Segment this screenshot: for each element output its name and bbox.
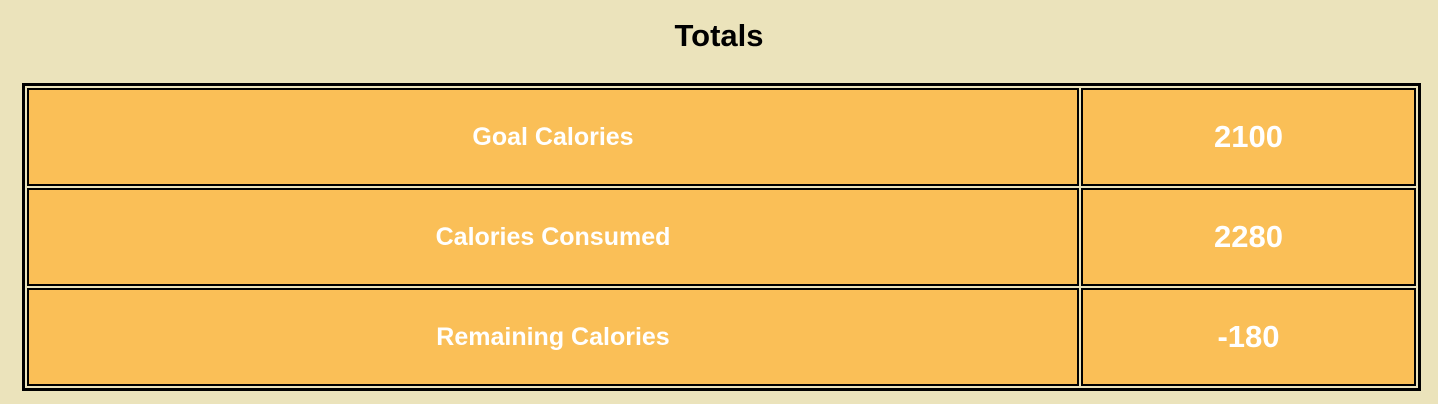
table-row-calories-consumed: Calories Consumed 2280 <box>27 188 1416 286</box>
page-title: Totals <box>674 18 764 53</box>
remaining-calories-value: -180 <box>1081 288 1416 386</box>
table-row-goal-calories: Goal Calories 2100 <box>27 88 1416 186</box>
goal-calories-value: 2100 <box>1081 88 1416 186</box>
remaining-calories-label: Remaining Calories <box>27 288 1079 386</box>
totals-table: Goal Calories 2100 Calories Consumed 228… <box>22 83 1421 391</box>
calories-consumed-label: Calories Consumed <box>27 188 1079 286</box>
table-row-remaining-calories: Remaining Calories -180 <box>27 288 1416 386</box>
goal-calories-label: Goal Calories <box>27 88 1079 186</box>
calories-consumed-value: 2280 <box>1081 188 1416 286</box>
